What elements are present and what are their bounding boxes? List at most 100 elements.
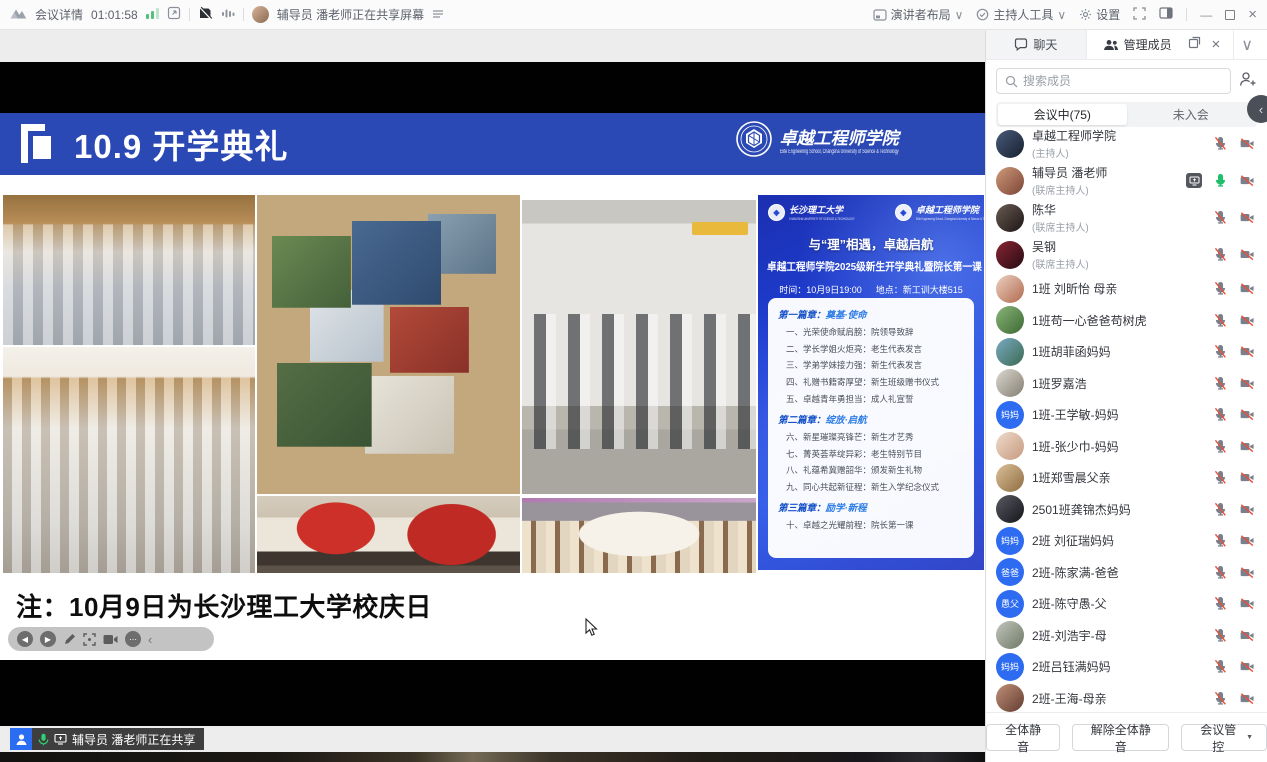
member-row[interactable]: 1班郑雪晨父亲 [986,462,1267,494]
member-camera-icon[interactable] [1239,281,1255,296]
member-mic-icon[interactable] [1213,596,1228,611]
layout-button[interactable]: 演讲者布局 ∨ [873,6,964,23]
side-panel-icon[interactable] [1159,7,1173,22]
member-mic-icon[interactable] [1213,470,1228,485]
add-member-icon[interactable] [1239,71,1257,92]
member-row[interactable]: 妈妈 1班-王学敏-妈妈 [986,399,1267,431]
member-name: 2501班龚锦杰妈妈 [1032,501,1213,518]
member-name: 1班罗嘉浩 [1032,375,1213,392]
search-box[interactable] [996,68,1231,94]
member-row[interactable]: 1班 刘昕怡 母亲 [986,273,1267,305]
member-row[interactable]: 陈华 (联席主持人) [986,199,1267,236]
member-mic-icon[interactable] [1213,533,1228,548]
member-row[interactable]: 1班罗嘉浩 [986,368,1267,400]
member-mic-icon[interactable] [1213,565,1228,580]
member-camera-icon[interactable] [1239,173,1255,188]
member-mic-icon[interactable] [1213,344,1228,359]
member-camera-icon[interactable] [1239,691,1255,706]
member-camera-icon[interactable] [1239,136,1255,151]
member-camera-icon[interactable] [1239,407,1255,422]
screen-share-icon [54,733,67,745]
next-slide-button[interactable]: ▶ [40,631,56,647]
member-row[interactable]: 卓越工程师学院 (主持人) [986,125,1267,162]
minimize-button[interactable]: — [1200,9,1212,21]
member-camera-icon[interactable] [1239,628,1255,643]
popout-share-icon[interactable] [167,6,181,23]
collapse-panel-button[interactable]: ‹ [1247,95,1267,123]
tab-manage-members[interactable]: 管理成员 [1087,30,1188,59]
search-icon [1005,75,1018,88]
maximize-button[interactable] [1225,10,1235,20]
record-off-icon[interactable] [198,6,213,23]
member-camera-icon[interactable] [1239,659,1255,674]
member-camera-icon[interactable] [1239,470,1255,485]
member-row[interactable]: 2班-刘浩宇-母 [986,620,1267,652]
member-mic-icon[interactable] [1213,210,1228,225]
member-mic-icon[interactable] [1213,628,1228,643]
member-mic-icon[interactable] [1213,439,1228,454]
member-avatar: 愚父 [996,590,1024,618]
member-row[interactable]: 爸爸 2班-陈家满-爸爸 [986,557,1267,589]
member-camera-icon[interactable] [1239,502,1255,517]
member-row[interactable]: 1班胡菲函妈妈 [986,336,1267,368]
host-tools-button[interactable]: 主持人工具 ∨ [976,6,1066,23]
close-button[interactable]: × [1248,6,1257,23]
member-row[interactable]: 妈妈 2班 刘征瑞妈妈 [986,525,1267,557]
member-row[interactable]: 1班-张少巾-妈妈 [986,431,1267,463]
member-camera-icon[interactable] [1239,210,1255,225]
search-members-input[interactable] [1023,74,1222,88]
camera-icon[interactable] [103,634,118,645]
member-row[interactable]: 愚父 2班-陈守愚-父 [986,588,1267,620]
member-camera-icon[interactable] [1239,247,1255,262]
meeting-detail-label[interactable]: 会议详情 [35,6,83,23]
poster-time: 时间：10月9日19:00 [779,283,862,296]
audio-device-icon[interactable] [221,7,235,23]
member-list[interactable]: 卓越工程师学院 (主持人) 辅导员 潘老师 (联席主持人) [986,122,1267,712]
panel-tab-bar: 聊天 管理成员 × ∨ [986,30,1267,60]
member-camera-icon[interactable] [1239,376,1255,391]
mute-all-button[interactable]: 全体静音 [986,724,1060,751]
annotate-pencil-icon[interactable] [63,633,76,646]
member-row[interactable]: 1班苟一心爸爸苟树虎 [986,305,1267,337]
close-panel-icon[interactable]: × [1212,37,1221,52]
member-name: 卓越工程师学院 [1032,127,1213,144]
tab-chat[interactable]: 聊天 [986,30,1087,59]
panel-caret-down-icon[interactable]: ∨ [1233,30,1260,59]
member-mic-icon[interactable] [1213,173,1228,188]
member-mic-icon[interactable] [1213,281,1228,296]
collapse-toolbar-icon[interactable]: ‹ [148,632,152,647]
fullscreen-icon[interactable] [1133,7,1146,23]
more-options-button[interactable]: ⋯ [125,631,141,647]
agenda-item: 三、学弟学妹接力强：新生代表发言 [778,359,964,371]
member-camera-icon[interactable] [1239,344,1255,359]
popout-panel-icon[interactable] [1188,36,1201,54]
meeting-logo-icon [10,6,27,23]
member-mic-icon[interactable] [1213,247,1228,262]
member-row[interactable]: 妈妈 2班吕钰满妈妈 [986,651,1267,683]
member-row[interactable]: 2501班龚锦杰妈妈 [986,494,1267,526]
member-row[interactable]: 2班-王海-母亲 [986,683,1267,713]
member-mic-icon[interactable] [1213,407,1228,422]
member-mic-icon[interactable] [1213,313,1228,328]
laser-focus-icon[interactable] [83,633,96,646]
member-camera-icon[interactable] [1239,439,1255,454]
member-mic-icon[interactable] [1213,136,1228,151]
sharing-menu-icon[interactable] [432,8,444,22]
panel-footer: 全体静音 解除全体静音 会议管控 ▼ [986,712,1267,762]
member-camera-icon[interactable] [1239,596,1255,611]
member-mic-icon[interactable] [1213,502,1228,517]
member-camera-icon[interactable] [1239,565,1255,580]
member-mic-icon[interactable] [1213,376,1228,391]
member-row[interactable]: 吴钢 (联席主持人) [986,236,1267,273]
unmute-all-button[interactable]: 解除全体静音 [1072,724,1169,751]
member-mic-icon[interactable] [1213,659,1228,674]
member-camera-icon[interactable] [1239,533,1255,548]
member-camera-icon[interactable] [1239,313,1255,328]
meeting-control-button[interactable]: 会议管控 ▼ [1181,724,1267,751]
member-row[interactable]: 辅导员 潘老师 (联席主持人) [986,162,1267,199]
member-mic-icon[interactable] [1213,691,1228,706]
prev-slide-button[interactable]: ◀ [17,631,33,647]
member-avatar [996,167,1024,195]
member-role: (联席主持人) [1032,256,1213,271]
settings-button[interactable]: 设置 [1079,6,1120,23]
